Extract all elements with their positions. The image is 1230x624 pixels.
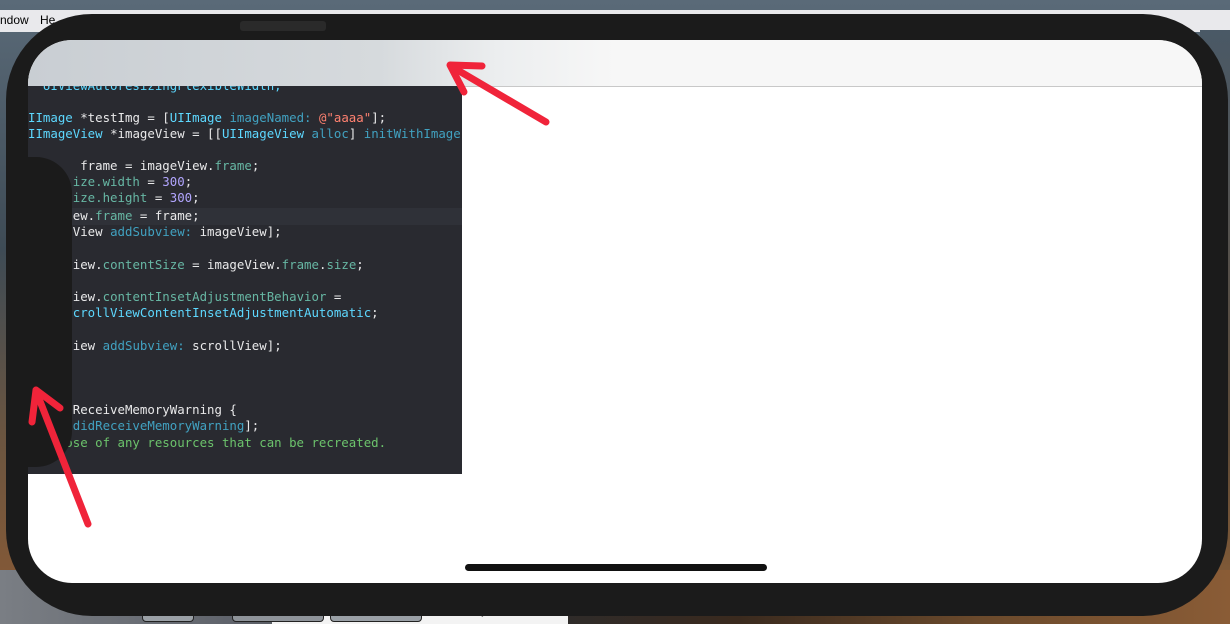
code-token: IImageView [28, 126, 103, 141]
code-token: ; [192, 190, 200, 205]
phone-sensor [240, 21, 326, 31]
code-token: imageView]; [192, 224, 282, 239]
code-token: IImage [28, 110, 73, 125]
code-token: scrollView]; [184, 338, 282, 353]
code-line: IImage *testImg = [UIImage imageNamed: @… [28, 110, 386, 126]
code-token: UIImage [169, 110, 222, 125]
code-line: iew.contentInsetAdjustmentBehavior = [28, 289, 342, 305]
code-token: frame [281, 257, 319, 272]
code-token: @"aaaa" [318, 110, 372, 125]
code-token: = frame; [132, 208, 200, 223]
home-indicator[interactable] [465, 564, 767, 571]
code-token: imageNamed: [229, 110, 312, 125]
code-token: ]; [244, 418, 260, 433]
code-token: frame [95, 208, 133, 223]
code-token: frame [214, 158, 252, 173]
menu-item-window[interactable]: ndow [0, 13, 29, 27]
code-token: alloc [311, 126, 349, 141]
code-token: ] [348, 126, 364, 141]
code-line: IImageView *imageView = [[UIImageView al… [28, 126, 462, 142]
code-token: contentInsetAdjustmentBehavior [102, 289, 327, 304]
code-token: crollViewContentInsetAdjustmentAutomatic [28, 305, 372, 320]
code-line: crollViewContentInsetAdjustmentAutomatic… [28, 305, 379, 321]
annotation-arrow-icon [446, 61, 550, 126]
code-token: addSubview: [110, 224, 193, 239]
code-token: = [139, 174, 163, 189]
navigation-bar [28, 40, 1202, 87]
code-token: contentSize [102, 257, 185, 272]
code-line: iew.contentSize = imageView.frame.size; [28, 257, 364, 273]
phone-screen[interactable]: UIViewAutoresizingFlexibleWidth; IImage *… [28, 40, 1202, 583]
code-token: 300 [162, 174, 185, 189]
code-token: ; [184, 174, 193, 189]
code-token: *imageView = [[ [102, 126, 222, 141]
code-token: = imageView. [184, 257, 282, 272]
code-token: ]; [371, 110, 387, 125]
code-line: UIViewAutoresizingFlexibleWidth; [28, 86, 282, 94]
code-token: addSubview: [102, 338, 185, 353]
annotation-arrow-icon [28, 386, 92, 528]
code-token: size [326, 257, 357, 272]
code-token: = [326, 289, 342, 304]
code-token: ; [371, 305, 379, 320]
code-token: UIImageView [221, 126, 305, 141]
code-token: *testImg = [ [72, 110, 170, 125]
code-token: = [147, 190, 170, 205]
code-token: ; [356, 257, 364, 272]
code-token: ; [251, 158, 260, 173]
code-token: 300 [169, 190, 193, 205]
code-token: UIViewAutoresizingFlexibleWidth; [28, 86, 282, 93]
